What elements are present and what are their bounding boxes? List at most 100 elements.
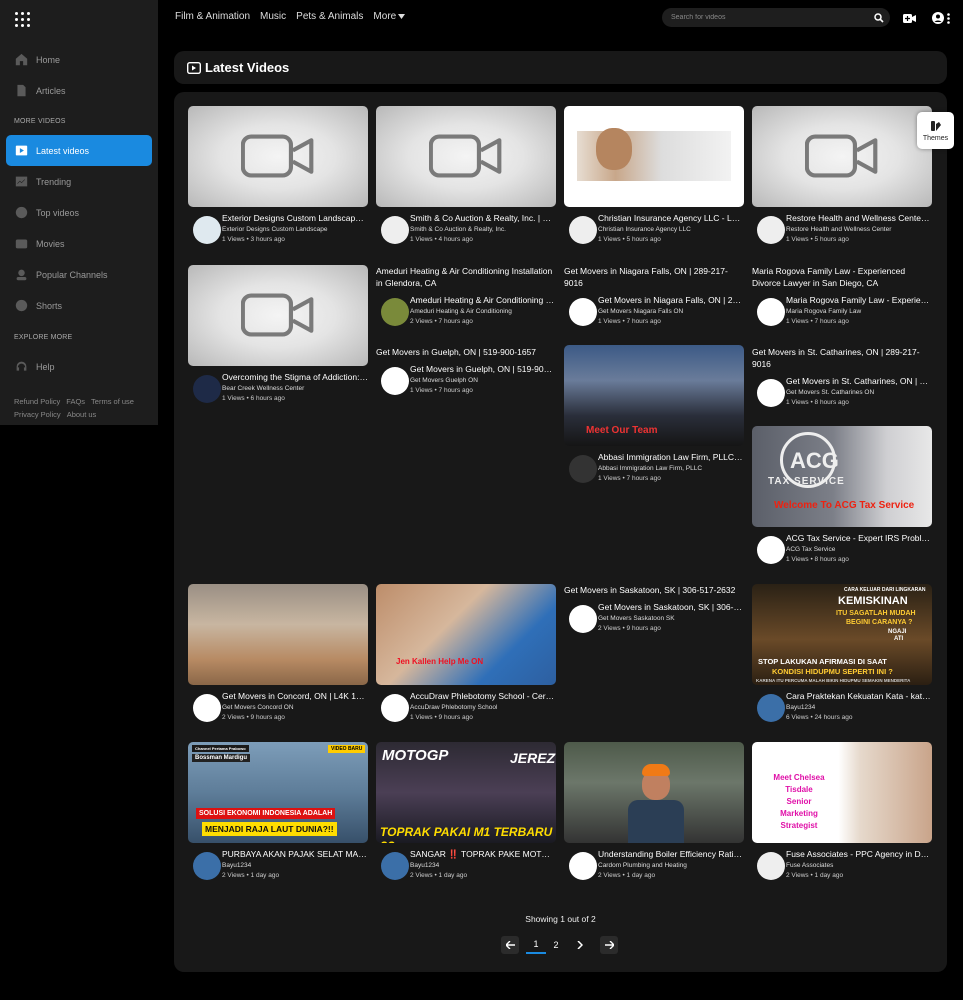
video-card[interactable]: ACG TAX SERVICE Welcome To ACG Tax Service… xyxy=(752,426,932,573)
channel-avatar[interactable] xyxy=(193,375,221,403)
video-card[interactable]: Christian Insurance Agency LLC - Leading… xyxy=(564,106,744,253)
video-title[interactable]: Abbasi Immigration Law Firm, PLLC - Immi… xyxy=(598,452,744,462)
video-thumbnail[interactable]: Jen Kallen Help Me ON xyxy=(376,584,556,685)
channel-name[interactable]: Bear Creek Wellness Center xyxy=(222,385,368,392)
upload-video-icon[interactable] xyxy=(902,11,916,25)
channel-avatar[interactable] xyxy=(569,216,597,244)
search-input[interactable] xyxy=(662,14,868,21)
video-thumbnail[interactable] xyxy=(188,265,368,366)
channel-name[interactable]: Maria Rogova Family Law xyxy=(786,308,932,315)
channel-avatar[interactable] xyxy=(757,536,785,564)
channel-name[interactable]: Get Movers Niagara Falls ON xyxy=(598,308,744,315)
next-page-chevron[interactable] xyxy=(572,936,588,954)
video-title-heading[interactable]: Get Movers in Niagara Falls, ON | 289-21… xyxy=(564,265,744,289)
video-card[interactable]: Meet Our Team Abbasi Immigration Law Firm… xyxy=(564,345,744,492)
video-thumbnail[interactable] xyxy=(188,106,368,207)
footer-link-faqs[interactable]: FAQs xyxy=(66,397,85,406)
sidebar-item-movies[interactable]: Movies xyxy=(6,228,152,259)
video-title-heading[interactable]: Get Movers in Saskatoon, SK | 306-517-26… xyxy=(564,584,744,596)
footer-link-privacy-policy[interactable]: Privacy Policy xyxy=(14,410,61,419)
video-card[interactable]: Ameduri Heating & Air Conditioning Insta… xyxy=(376,265,556,335)
channel-name[interactable]: Christian Insurance Agency LLC xyxy=(598,226,744,233)
channel-name[interactable]: Smith & Co Auction & Realty, Inc. xyxy=(410,226,556,233)
more-vert-icon[interactable] xyxy=(944,11,952,25)
video-card[interactable]: Get Movers in Concord, ON | L4K 1B8 | 28… xyxy=(188,584,368,731)
video-thumbnail[interactable]: Meet Our Team xyxy=(564,345,744,446)
video-thumbnail[interactable]: Channel Pertama Prabowo Bossman Mardigu VI… xyxy=(188,742,368,843)
channel-name[interactable]: Ameduri Heating & Air Conditioning xyxy=(410,308,556,315)
prev-page-button[interactable] xyxy=(501,936,519,954)
video-title[interactable]: Get Movers in Saskatoon, SK | 306-517-26… xyxy=(598,602,744,612)
channel-avatar[interactable] xyxy=(757,852,785,880)
video-card[interactable]: Maria Rogova Family Law - Experienced Di… xyxy=(752,265,932,335)
video-thumbnail[interactable] xyxy=(564,106,744,207)
channel-name[interactable]: Get Movers Saskatoon SK xyxy=(598,615,744,622)
channel-avatar[interactable] xyxy=(381,298,409,326)
page-button-1[interactable]: 1 xyxy=(526,936,546,954)
channel-avatar[interactable] xyxy=(569,605,597,633)
sidebar-item-top-videos[interactable]: Top videos xyxy=(6,197,152,228)
account-icon[interactable] xyxy=(931,11,945,25)
video-title[interactable]: Get Movers in Niagara Falls, ON | 289-21… xyxy=(598,295,744,305)
footer-link-about-us[interactable]: About us xyxy=(67,410,97,419)
channel-avatar[interactable] xyxy=(569,298,597,326)
video-title[interactable]: Overcoming the Stigma of Addiction: A Pa… xyxy=(222,372,368,382)
video-card[interactable]: CARA KELUAR DARI LINGKARAN KEMISKINAN ITU … xyxy=(752,584,932,731)
video-title[interactable]: Ameduri Heating & Air Conditioning Insta… xyxy=(410,295,556,305)
channel-name[interactable]: Abbasi Immigration Law Firm, PLLC xyxy=(598,465,744,472)
video-card[interactable]: Jen Kallen Help Me ON AccuDraw Phlebotomy… xyxy=(376,584,556,731)
search-icon[interactable] xyxy=(868,8,890,27)
video-title-heading[interactable]: Ameduri Heating & Air Conditioning Insta… xyxy=(376,265,556,289)
channel-name[interactable]: Cardom Plumbing and Heating xyxy=(598,862,744,869)
channel-avatar[interactable] xyxy=(193,216,221,244)
channel-avatar[interactable] xyxy=(381,852,409,880)
themes-button[interactable]: Themes xyxy=(917,112,954,149)
sidebar-item-articles[interactable]: Articles xyxy=(6,75,152,106)
nav-link-music[interactable]: Music xyxy=(260,11,286,22)
channel-avatar[interactable] xyxy=(381,367,409,395)
video-title[interactable]: Get Movers in Guelph, ON | 519-900-1657 xyxy=(410,364,556,374)
video-title[interactable]: Get Movers in St. Catharines, ON | 289-2… xyxy=(786,376,932,386)
channel-name[interactable]: Bayu1234 xyxy=(786,704,932,711)
video-card[interactable]: MOTOGPJEREZTOPRAK PAKAI M1 TERBARU ?? SAN… xyxy=(376,742,556,889)
video-card[interactable]: Restore Health and Wellness Center - Tru… xyxy=(752,106,932,253)
channel-name[interactable]: Bayu1234 xyxy=(410,862,556,869)
video-thumbnail[interactable]: CARA KELUAR DARI LINGKARAN KEMISKINAN ITU … xyxy=(752,584,932,685)
channel-name[interactable]: AccuDraw Phlebotomy School xyxy=(410,704,556,711)
next-page-button[interactable] xyxy=(600,936,618,954)
channel-name[interactable]: Get Movers Concord ON xyxy=(222,704,368,711)
video-title[interactable]: Get Movers in Concord, ON | L4K 1B8 | 28… xyxy=(222,691,368,701)
channel-name[interactable]: Get Movers St. Catharines ON xyxy=(786,389,932,396)
video-card[interactable]: Overcoming the Stigma of Addiction: A Pa… xyxy=(188,265,368,412)
video-card[interactable]: Get Movers in St. Catharines, ON | 289-2… xyxy=(752,346,932,416)
video-card[interactable]: Channel Pertama Prabowo Bossman Mardigu VI… xyxy=(188,742,368,889)
nav-link-film-animation[interactable]: Film & Animation xyxy=(175,11,250,22)
video-title[interactable]: Smith & Co Auction & Realty, Inc. | Expe… xyxy=(410,213,556,223)
video-title[interactable]: Cara Praktekan Kekuatan Kata - kata untu… xyxy=(786,691,932,701)
video-thumbnail[interactable]: MOTOGPJEREZTOPRAK PAKAI M1 TERBARU ?? xyxy=(376,742,556,843)
video-card[interactable]: Get Movers in Niagara Falls, ON | 289-21… xyxy=(564,265,744,335)
video-title[interactable]: Fuse Associates - PPC Agency in Denver xyxy=(786,849,932,859)
channel-name[interactable]: Exterior Designs Custom Landscape xyxy=(222,226,368,233)
channel-name[interactable]: Get Movers Guelph ON xyxy=(410,377,556,384)
sidebar-item-shorts[interactable]: Shorts xyxy=(6,290,152,321)
video-thumbnail[interactable] xyxy=(564,742,744,843)
sidebar-item-latest-videos[interactable]: Latest videos xyxy=(6,135,152,166)
video-title-heading[interactable]: Get Movers in Guelph, ON | 519-900-1657 xyxy=(376,346,556,358)
video-card[interactable]: Understanding Boiler Efficiency Ratings C… xyxy=(564,742,744,889)
nav-more-dropdown[interactable]: More xyxy=(373,11,406,22)
video-card[interactable]: Smith & Co Auction & Realty, Inc. | Expe… xyxy=(376,106,556,253)
channel-avatar[interactable] xyxy=(757,298,785,326)
page-button-2[interactable]: 2 xyxy=(546,936,566,954)
sidebar-item-trending[interactable]: Trending xyxy=(6,166,152,197)
sidebar-item-help[interactable]: Help xyxy=(6,351,152,382)
nav-link-pets-animals[interactable]: Pets & Animals xyxy=(296,11,363,22)
channel-avatar[interactable] xyxy=(569,852,597,880)
channel-name[interactable]: ACG Tax Service xyxy=(786,546,932,553)
video-title-heading[interactable]: Get Movers in St. Catharines, ON | 289-2… xyxy=(752,346,932,370)
channel-avatar[interactable] xyxy=(381,694,409,722)
video-title[interactable]: Exterior Designs Custom Landscape - Waln… xyxy=(222,213,368,223)
video-title[interactable]: Restore Health and Wellness Center - Tru… xyxy=(786,213,932,223)
channel-avatar[interactable] xyxy=(757,694,785,722)
video-card[interactable]: Meet Chelsea Tisdale Senior Marketing Strat… xyxy=(752,742,932,889)
